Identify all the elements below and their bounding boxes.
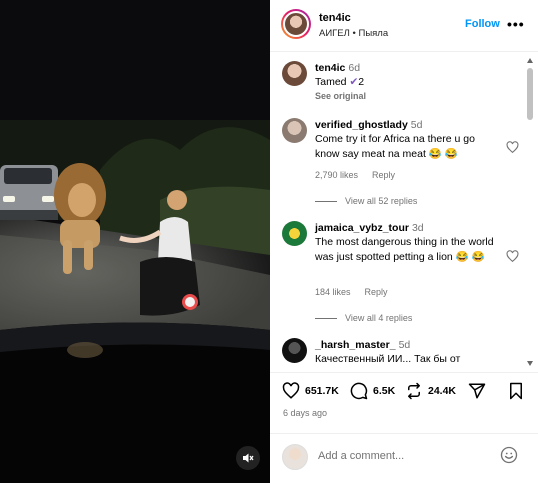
send-icon[interactable] [468,382,486,400]
comment-meta: 2,790 likes Reply [315,170,409,180]
comment-username-text[interactable]: verified_ghostlady [315,119,408,131]
divider [315,317,337,319]
scroll-up-arrow[interactable] [527,58,533,63]
comment-icon[interactable] [350,382,368,400]
comment-time: 3d [411,222,424,234]
reply-button[interactable]: Reply [372,170,395,180]
comments-scrollbar[interactable] [526,56,534,370]
comment-text: Come try it for Africa na there u go kno… [315,133,475,160]
comment-action[interactable]: 6.5K [350,382,395,400]
comment-meta: 184 likes Reply [315,287,402,297]
smiley-icon[interactable] [500,446,518,464]
comment-username[interactable]: _harsh_master_ 5d [315,339,410,351]
view-replies-text[interactable]: View all 52 replies [345,196,417,206]
audio-subtitle[interactable]: АИГЕЛ • Пыяла [319,28,388,39]
comment-username-text[interactable]: _harsh_master_ [315,339,396,351]
scroll-thumb[interactable] [527,68,533,120]
caption-username[interactable]: ten4ic 6d [315,62,360,74]
view-replies-link[interactable]: View all 4 replies [315,313,412,323]
like-count[interactable]: 651.7K [305,385,339,397]
caption-time: 6d [348,62,361,74]
comment-username[interactable]: jamaica_vybz_tour 3d [315,222,424,234]
caption-count: 2 [358,76,365,88]
commenter-avatar[interactable] [282,338,307,363]
view-replies-text[interactable]: View all 4 replies [345,313,412,323]
repost-icon[interactable] [405,382,423,400]
video-frame [0,0,270,483]
repost-action[interactable]: 24.4K [405,382,456,400]
follow-button[interactable]: Follow [465,18,500,30]
comments-list[interactable]: ten4ic 6d Tamed ✔2 See original verified_… [270,53,538,369]
current-user-avatar [282,444,308,470]
caption-text: Tamed ✔2 [315,75,495,90]
verified-check-icon: ✔ [349,76,359,88]
comment-likes[interactable]: 2,790 likes [315,170,358,180]
post-actions: 651.7K 6.5K 24.4K 6 days ago [270,372,538,432]
caption-username-text[interactable]: ten4ic [315,62,345,74]
heart-icon[interactable] [506,141,519,154]
author-username[interactable]: ten4ic [319,12,351,24]
comment-time: 5d [398,339,411,351]
comment-text: Качественный ИИ... Так бы от [315,353,461,365]
share-action[interactable] [468,382,491,400]
comment-username[interactable]: verified_ghostlady 5d [315,119,422,131]
bookmark-icon[interactable] [508,382,524,400]
post-details-panel: ten4ic АИГЕЛ • Пыяла Follow ••• ten4ic 6d… [270,0,538,483]
divider [315,200,337,202]
comment-text: The most dangerous thing in the world wa… [315,236,494,263]
heart-icon[interactable] [506,250,519,263]
post-viewer: ten4ic АИГЕЛ • Пыяла Follow ••• ten4ic 6d… [0,0,538,483]
more-options-icon[interactable]: ••• [507,17,525,31]
scroll-down-arrow[interactable] [527,361,533,366]
heart-icon[interactable] [282,382,300,400]
add-comment-input[interactable] [318,447,488,465]
comment-likes[interactable]: 184 likes [315,287,351,297]
video-player[interactable] [0,0,270,483]
caption-avatar[interactable] [282,61,307,86]
author-avatar[interactable] [281,9,311,39]
speaker-muted-icon [243,453,254,463]
post-header: ten4ic АИГЕЛ • Пыяла Follow ••• [270,0,538,52]
comment-username-text[interactable]: jamaica_vybz_tour [315,222,409,234]
save-action[interactable] [508,382,529,400]
posted-time: 6 days ago [283,408,328,418]
add-comment-bar [270,433,538,483]
like-action[interactable]: 651.7K [282,382,339,400]
car-shape [0,165,58,220]
commenter-avatar[interactable] [282,118,307,143]
comment-time: 5d [410,119,423,131]
commenter-avatar[interactable] [282,221,307,246]
repost-count[interactable]: 24.4K [428,385,456,397]
comment-count[interactable]: 6.5K [373,385,395,397]
see-original-link[interactable]: See original [315,91,366,101]
view-replies-link[interactable]: View all 52 replies [315,196,417,206]
caption-text-value: Tamed [315,76,347,88]
reply-button[interactable]: Reply [365,287,388,297]
mute-button[interactable] [236,446,260,470]
